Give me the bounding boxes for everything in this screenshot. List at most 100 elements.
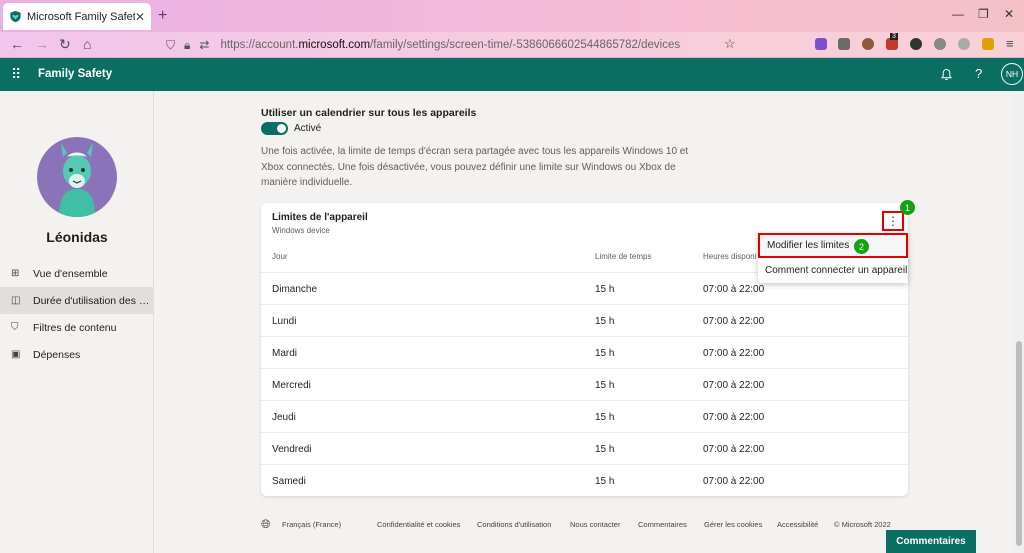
scrollbar-thumb[interactable] bbox=[1016, 341, 1022, 546]
row-hours: 07:00 à 22:00 bbox=[703, 444, 765, 455]
table-row[interactable]: Mercredi 15 h 07:00 à 22:00 bbox=[261, 368, 908, 400]
overview-icon: ⊞ bbox=[11, 268, 20, 279]
extension-icon[interactable] bbox=[910, 38, 922, 50]
sidebar-item-label: Durée d'utilisation des a... bbox=[33, 294, 153, 307]
user-avatar[interactable]: NH bbox=[1001, 63, 1023, 85]
step-badge-2: 2 bbox=[854, 239, 869, 254]
shield-icon: ⛉ bbox=[11, 322, 19, 333]
reader-icon[interactable] bbox=[838, 38, 850, 50]
wallet-icon: ▣ bbox=[11, 349, 21, 360]
schedule-description: Une fois activée, la limite de temps d'é… bbox=[261, 146, 689, 188]
extension-count-badge: 3 bbox=[890, 33, 898, 40]
app-name[interactable]: Family Safety bbox=[38, 68, 112, 80]
screen-time-icon: ◫ bbox=[11, 295, 21, 306]
browser-tab-bar: Microsoft Family Safety ✕ + — ❐ ✕ bbox=[0, 0, 1024, 32]
notification-bell-icon[interactable] bbox=[940, 68, 953, 81]
more-options-button[interactable]: ⋮ bbox=[882, 211, 904, 231]
extension-warning-icon[interactable] bbox=[982, 38, 994, 50]
address-bar[interactable]: ⛉ 🔒︎ ⇄ https://account.microsoft.com/fam… bbox=[166, 34, 744, 56]
footer-link-accessibility[interactable]: Accessibilité bbox=[777, 520, 818, 529]
family-safety-favicon-icon bbox=[10, 10, 21, 23]
schedule-title: Utiliser un calendrier sur tous les appa… bbox=[261, 107, 477, 119]
menu-item-edit-limits[interactable]: Modifier les limites bbox=[758, 233, 908, 258]
footer-link-feedback[interactable]: Commentaires bbox=[638, 520, 687, 529]
table-row[interactable]: Mardi 15 h 07:00 à 22:00 bbox=[261, 336, 908, 368]
sidebar-item-screen-time[interactable]: ◫ Durée d'utilisation des a... bbox=[0, 287, 154, 314]
footer-link-terms[interactable]: Conditions d'utilisation bbox=[477, 520, 551, 529]
row-hours: 07:00 à 22:00 bbox=[703, 284, 765, 295]
row-limit: 15 h bbox=[595, 316, 615, 327]
permissions-icon[interactable]: ⇄ bbox=[199, 38, 209, 52]
globe-icon[interactable]: 🌐︎ bbox=[261, 517, 271, 532]
close-tab-icon[interactable]: ✕ bbox=[135, 10, 145, 24]
tracking-shield-icon[interactable]: ⛉ bbox=[166, 38, 175, 53]
sidebar-item-overview[interactable]: ⊞ Vue d'ensemble bbox=[0, 260, 154, 287]
column-header-hours: Heures disponi bbox=[703, 252, 757, 261]
row-limit: 15 h bbox=[595, 412, 615, 423]
row-limit: 15 h bbox=[595, 380, 615, 391]
restore-icon[interactable]: ❐ bbox=[978, 7, 989, 21]
back-icon[interactable]: ← bbox=[10, 36, 24, 52]
sidebar-item-content-filters[interactable]: ⛉ Filtres de contenu bbox=[0, 314, 154, 341]
sidebar-item-label: Vue d'ensemble bbox=[33, 267, 108, 280]
sidebar: Léonidas ⊞ Vue d'ensemble ◫ Durée d'util… bbox=[0, 91, 154, 553]
column-header-day: Jour bbox=[272, 252, 288, 261]
sidebar-item-label: Dépenses bbox=[33, 348, 81, 361]
row-limit: 15 h bbox=[595, 444, 615, 455]
child-avatar bbox=[37, 137, 117, 217]
close-window-icon[interactable]: ✕ bbox=[1004, 7, 1014, 21]
step-badge-1: 1 bbox=[900, 200, 915, 215]
llama-avatar-icon bbox=[59, 143, 95, 217]
minimize-icon[interactable]: — bbox=[952, 7, 964, 21]
row-hours: 07:00 à 22:00 bbox=[703, 316, 765, 327]
row-limit: 15 h bbox=[595, 348, 615, 359]
row-day: Lundi bbox=[272, 316, 297, 327]
row-limit: 15 h bbox=[595, 284, 615, 295]
bookmark-star-icon[interactable]: ☆ bbox=[724, 36, 736, 52]
browser-nav-bar: ← → ↻ ⌂ ⛉ 🔒︎ ⇄ https://account.microsoft… bbox=[0, 32, 1024, 58]
card-title: Limites de l'appareil bbox=[272, 212, 368, 223]
row-hours: 07:00 à 22:00 bbox=[703, 380, 765, 391]
menu-icon[interactable]: ≡ bbox=[1006, 36, 1014, 51]
help-icon[interactable]: ? bbox=[975, 66, 982, 81]
table-row[interactable]: Lundi 15 h 07:00 à 22:00 bbox=[261, 304, 908, 336]
app-header: ⠿ Family Safety ? NH bbox=[0, 58, 1024, 91]
row-hours: 07:00 à 22:00 bbox=[703, 412, 765, 423]
child-name: Léonidas bbox=[46, 229, 108, 245]
footer-link-privacy[interactable]: Confidentialité et cookies bbox=[377, 520, 460, 529]
url-text[interactable]: https://account.microsoft.com/family/set… bbox=[220, 39, 680, 51]
toggle-label: Activé bbox=[294, 123, 322, 134]
footer-language[interactable]: Français (France) bbox=[282, 520, 341, 529]
scrollbar[interactable] bbox=[1014, 91, 1024, 553]
footer-link-contact[interactable]: Nous contacter bbox=[570, 520, 620, 529]
row-limit: 15 h bbox=[595, 476, 615, 487]
pocket-icon[interactable] bbox=[815, 38, 827, 50]
forward-icon[interactable]: → bbox=[35, 36, 49, 52]
row-day: Mardi bbox=[272, 348, 298, 359]
menu-item-connect-device[interactable]: Comment connecter un appareil bbox=[758, 258, 908, 283]
lock-icon[interactable]: 🔒︎ bbox=[184, 38, 190, 53]
column-header-limit: Limite de temps bbox=[595, 252, 652, 261]
sidebar-item-spending[interactable]: ▣ Dépenses bbox=[0, 341, 154, 368]
vpn-icon[interactable] bbox=[934, 38, 946, 50]
table-row[interactable]: Vendredi 15 h 07:00 à 22:00 bbox=[261, 432, 908, 464]
app-launcher-icon[interactable]: ⠿ bbox=[11, 66, 21, 83]
extension-avatar-icon[interactable] bbox=[862, 38, 874, 50]
row-hours: 07:00 à 22:00 bbox=[703, 476, 765, 487]
reload-icon[interactable]: ↻ bbox=[59, 36, 71, 53]
schedule-toggle[interactable] bbox=[261, 122, 288, 135]
row-day: Mercredi bbox=[272, 380, 311, 391]
footer-link-cookies[interactable]: Gérer les cookies bbox=[704, 520, 762, 529]
profile-ext-icon[interactable] bbox=[958, 38, 970, 50]
context-menu: Modifier les limites Comment connecter u… bbox=[758, 233, 908, 283]
row-day: Vendredi bbox=[272, 444, 312, 455]
home-icon[interactable]: ⌂ bbox=[83, 36, 91, 52]
browser-tab[interactable]: Microsoft Family Safety ✕ bbox=[3, 3, 151, 30]
card-subtitle: Windows device bbox=[272, 226, 330, 235]
table-row[interactable]: Samedi 15 h 07:00 à 22:00 bbox=[261, 464, 908, 496]
row-day: Jeudi bbox=[272, 412, 296, 423]
sidebar-item-label: Filtres de contenu bbox=[33, 321, 117, 334]
table-row[interactable]: Jeudi 15 h 07:00 à 22:00 bbox=[261, 400, 908, 432]
new-tab-button[interactable]: + bbox=[158, 7, 167, 25]
feedback-button[interactable]: Commentaires bbox=[886, 530, 976, 553]
